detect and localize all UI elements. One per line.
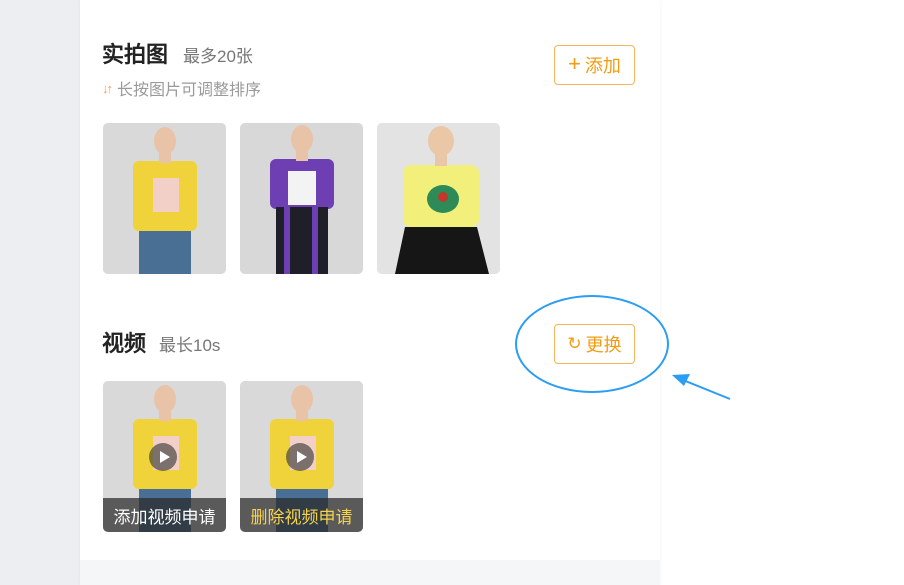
video-limit: 最长10s	[159, 336, 221, 355]
video-thumbnail[interactable]: 添加视频申请	[103, 381, 226, 532]
add-video-request-label[interactable]: 添加视频申请	[103, 498, 226, 532]
play-icon[interactable]	[149, 443, 177, 471]
delete-video-request-label[interactable]: 删除视频申请	[240, 498, 363, 532]
add-photo-label: 添加	[584, 56, 621, 76]
replace-video-button[interactable]: ↻ 更换	[554, 324, 635, 364]
play-icon[interactable]	[286, 443, 314, 471]
sort-hint-text: 长按图片可调整排序	[117, 82, 262, 99]
sort-icon: ↓↑	[102, 80, 113, 96]
photos-limit: 最多20张	[183, 47, 253, 66]
photos-title: 实拍图	[102, 42, 169, 67]
background-area	[660, 0, 904, 585]
photo-thumbnail[interactable]	[103, 123, 226, 274]
photo-image	[240, 123, 363, 274]
photo-image	[377, 123, 500, 274]
replace-video-label: 更换	[585, 335, 622, 355]
video-thumbnail[interactable]: 删除视频申请	[240, 381, 363, 532]
photo-thumbnail[interactable]	[377, 123, 500, 274]
plus-icon: +	[568, 51, 581, 76]
add-photo-button[interactable]: + 添加	[554, 45, 635, 85]
video-title: 视频	[102, 331, 147, 356]
sort-hint: ↓↑ 长按图片可调整排序	[102, 76, 261, 100]
media-panel: 实拍图 最多20张 ↓↑ 长按图片可调整排序 + 添加 视频 最长10s ↻ 更…	[80, 0, 660, 585]
photo-thumbnail[interactable]	[240, 123, 363, 274]
panel-footer	[80, 560, 660, 585]
refresh-icon: ↻	[567, 334, 582, 353]
photo-image	[103, 123, 226, 274]
